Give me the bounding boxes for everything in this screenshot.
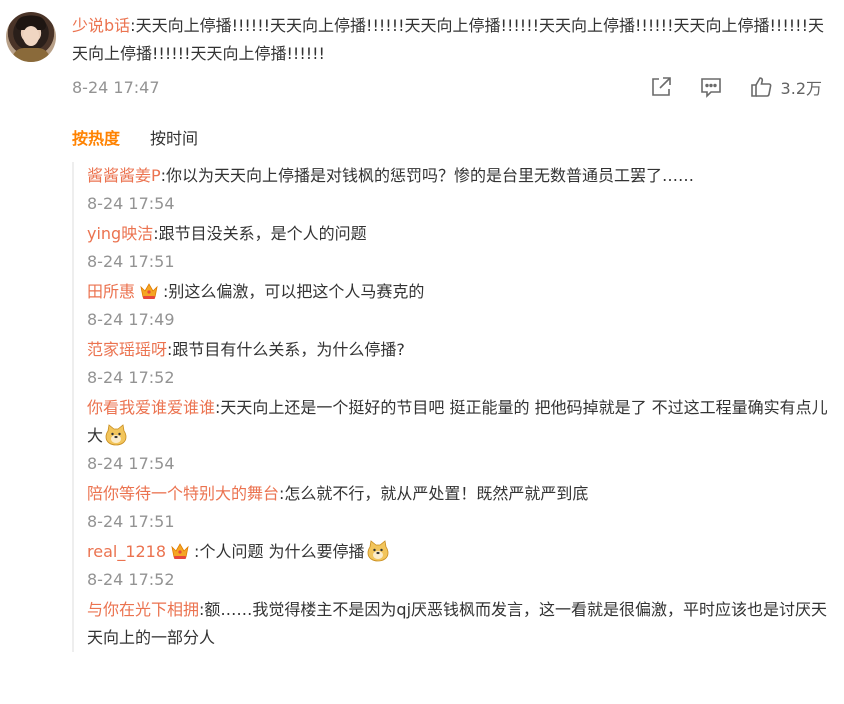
- reply-username[interactable]: 你看我爱谁爱谁谁: [87, 398, 215, 417]
- reply-username[interactable]: 田所惠: [87, 282, 135, 301]
- member-crown-icon[interactable]: [170, 542, 190, 560]
- reply-text: :跟节目有什么关系，为什么停播?: [167, 340, 405, 359]
- reply-item: 田所惠 :别这么偏激，可以把这个人马赛克的 8-24 17:49: [87, 278, 834, 331]
- reply-item: real_1218 :个人问题 为什么要停播 8-24 17:52: [87, 538, 834, 591]
- reply-username[interactable]: 与你在光下相拥: [87, 600, 199, 619]
- main-comment: 少说b话:天天向上停播!!!!!!天天向上停播!!!!!!天天向上停播!!!!!…: [72, 12, 832, 68]
- share-button[interactable]: [649, 75, 673, 99]
- reply-time: 8-24 17:51: [87, 252, 175, 271]
- reply-item: 范家瑶瑶呀:跟节目有什么关系，为什么停播? 8-24 17:52: [87, 336, 834, 389]
- reply-username[interactable]: real_1218: [87, 542, 166, 561]
- comment-actions: 3.2万: [649, 75, 822, 99]
- avatar[interactable]: [6, 12, 56, 62]
- reply-time: 8-24 17:52: [87, 570, 175, 589]
- share-icon: [651, 77, 671, 96]
- main-comment-username[interactable]: 少说b话: [72, 16, 130, 35]
- reply-item: 与你在光下相拥:额……我觉得楼主不是因为qj厌恶钱枫而发言，这一看就是很偏激，平…: [87, 596, 834, 652]
- main-comment-time: 8-24 17:47: [72, 78, 160, 97]
- reply-item: 酱酱酱姜P:你以为天天向上停播是对钱枫的惩罚吗？惨的是台里无数普通员工罢了…… …: [87, 162, 834, 215]
- sort-by-hot-tab[interactable]: 按热度: [72, 125, 120, 149]
- reply-item: 你看我爱谁爱谁谁:天天向上还是一个挺好的节目吧 挺正能量的 把他码掉就是了 不过…: [87, 394, 834, 475]
- like-count: 3.2万: [780, 79, 822, 98]
- member-crown-icon[interactable]: [139, 282, 159, 300]
- reply-time: 8-24 17:51: [87, 512, 175, 531]
- reply-item: ying映洁:跟节目没关系，是个人的问题 8-24 17:51: [87, 220, 834, 273]
- reply-time: 8-24 17:54: [87, 454, 175, 473]
- like-button[interactable]: 3.2万: [749, 75, 822, 99]
- reply-time: 8-24 17:49: [87, 310, 175, 329]
- reply-username[interactable]: 酱酱酱姜P: [87, 166, 161, 185]
- reply-text: :你以为天天向上停播是对钱枫的惩罚吗？惨的是台里无数普通员工罢了……: [160, 166, 695, 185]
- reply-username[interactable]: 陪你等待一个特别大的舞台: [87, 484, 279, 503]
- comment-icon: [700, 78, 721, 98]
- comment-button[interactable]: [699, 75, 723, 99]
- reply-username[interactable]: ying映洁: [87, 224, 153, 243]
- main-comment-meta: 8-24 17:47 3.2万: [72, 75, 822, 101]
- reply-item: 陪你等待一个特别大的舞台:怎么就不行，就从严处置！既然严就严到底 8-24 17…: [87, 480, 834, 533]
- reply-list: 酱酱酱姜P:你以为天天向上停播是对钱枫的惩罚吗？惨的是台里无数普通员工罢了…… …: [72, 162, 834, 652]
- sort-tabs: 按热度 按时间: [72, 125, 198, 149]
- reply-text: :别这么偏激，可以把这个人马赛克的: [163, 282, 425, 301]
- reply-text: :个人问题 为什么要停播: [194, 542, 365, 561]
- reply-time: 8-24 17:54: [87, 194, 175, 213]
- reply-username[interactable]: 范家瑶瑶呀: [87, 340, 167, 359]
- doge-emoji-icon: [105, 424, 127, 446]
- like-icon: [750, 77, 771, 97]
- reply-time: 8-24 17:52: [87, 368, 175, 387]
- reply-text: :跟节目没关系，是个人的问题: [153, 224, 367, 243]
- doge-emoji-icon: [367, 540, 388, 562]
- reply-text: :怎么就不行，就从严处置！既然严就严到底: [279, 484, 589, 503]
- main-comment-text: :天天向上停播!!!!!!天天向上停播!!!!!!天天向上停播!!!!!!天天向…: [72, 16, 824, 63]
- sort-by-time-tab[interactable]: 按时间: [150, 125, 198, 149]
